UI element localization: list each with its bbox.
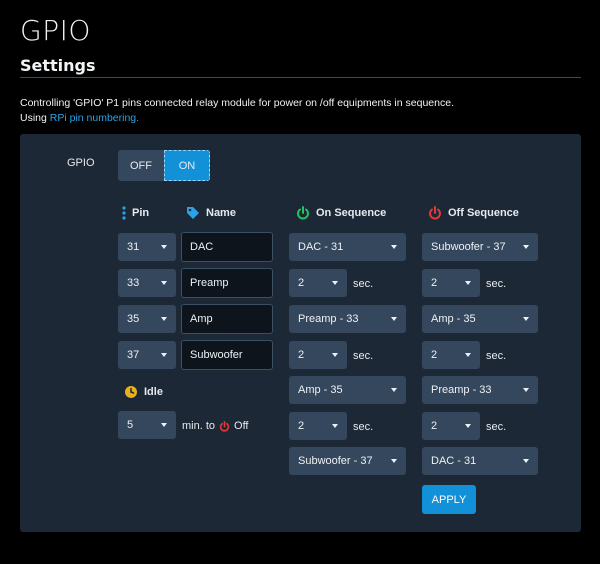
idle-suffix-text: min. to [182, 420, 216, 432]
power-icon [219, 420, 230, 432]
pin-select[interactable]: 31 [118, 233, 176, 261]
gpio-off-button[interactable]: OFF [118, 150, 164, 181]
sec-label: sec. [486, 278, 507, 290]
chevron-down-icon [161, 317, 167, 321]
pin-header: Pin [122, 206, 149, 220]
name-input[interactable]: Preamp [181, 268, 273, 298]
off-sequence-delay-select[interactable]: 2 [422, 412, 480, 440]
pin-select[interactable]: 35 [118, 305, 176, 333]
chevron-down-icon [523, 317, 529, 321]
apply-button[interactable]: APPLY [422, 485, 476, 514]
pin-select[interactable]: 33 [118, 269, 176, 297]
name-header: Name [186, 206, 236, 220]
off-sequence-device-select[interactable]: Amp - 35 [422, 305, 538, 333]
chevron-down-icon [332, 424, 338, 428]
delay-value: 2 [298, 349, 305, 361]
delay-value: 2 [298, 277, 305, 289]
on-sequence-delay-select[interactable]: 2 [289, 412, 347, 440]
chevron-down-icon [161, 353, 167, 357]
off-sequence-delay-select[interactable]: 2 [422, 341, 480, 369]
on-sequence-delay-select[interactable]: 2 [289, 269, 347, 297]
idle-label: Idle [144, 386, 163, 398]
gpio-on-button[interactable]: ON [164, 150, 210, 181]
ellipsis-vertical-icon [122, 206, 126, 220]
pin-header-label: Pin [132, 207, 150, 219]
delay-value: 2 [431, 277, 438, 289]
name-header-label: Name [206, 207, 236, 219]
chevron-down-icon [465, 424, 471, 428]
off-sequence-device-select[interactable]: DAC - 31 [422, 447, 538, 475]
chevron-down-icon [465, 281, 471, 285]
section-divider [20, 77, 581, 78]
idle-suffix: min. to Off [182, 420, 249, 432]
idle-value: 5 [127, 419, 134, 431]
chevron-down-icon [332, 281, 338, 285]
on-sequence-device-select[interactable]: DAC - 31 [289, 233, 406, 261]
on-sequence-delay-select[interactable]: 2 [289, 341, 347, 369]
pin-value: 31 [127, 241, 140, 253]
page-title: GPIO [20, 14, 91, 47]
pin-select[interactable]: 37 [118, 341, 176, 369]
section-title: Settings [20, 56, 96, 75]
description-line: Using RPi pin numbering. [20, 111, 580, 126]
device-value: Preamp - 33 [298, 313, 359, 325]
tag-icon [186, 206, 200, 220]
chevron-down-icon [332, 353, 338, 357]
name-input[interactable]: DAC [181, 232, 273, 262]
power-icon [296, 206, 310, 220]
chevron-down-icon [391, 317, 397, 321]
device-value: Amp - 35 [298, 384, 343, 396]
sec-label: sec. [486, 350, 507, 362]
device-value: DAC - 31 [298, 241, 344, 253]
off-sequence-device-select[interactable]: Subwoofer - 37 [422, 233, 538, 261]
chevron-down-icon [161, 245, 167, 249]
sec-label: sec. [353, 350, 374, 362]
on-sequence-device-select[interactable]: Preamp - 33 [289, 305, 406, 333]
name-input[interactable]: Amp [181, 304, 273, 334]
off-sequence-label: Off Sequence [448, 207, 519, 219]
delay-value: 2 [298, 420, 305, 432]
name-input[interactable]: Subwoofer [181, 340, 273, 370]
on-sequence-label: On Sequence [316, 207, 387, 219]
idle-select[interactable]: 5 [118, 411, 176, 439]
on-sequence-device-select[interactable]: Subwoofer - 37 [289, 447, 406, 475]
idle-header: Idle [124, 385, 163, 399]
device-value: Subwoofer - 37 [431, 241, 506, 253]
description-line: Controlling 'GPIO' P1 pins connected rel… [20, 97, 454, 109]
sec-label: sec. [353, 278, 374, 290]
chevron-down-icon [391, 245, 397, 249]
pin-value: 37 [127, 349, 140, 361]
power-icon [428, 206, 442, 220]
device-value: Amp - 35 [431, 313, 476, 325]
rpi-pin-numbering-link[interactable]: RPi pin numbering. [50, 112, 139, 124]
delay-value: 2 [431, 349, 438, 361]
gpio-label: GPIO [67, 157, 95, 169]
device-value: Subwoofer - 37 [298, 455, 373, 467]
chevron-down-icon [161, 423, 167, 427]
sec-label: sec. [486, 421, 507, 433]
on-sequence-device-select[interactable]: Amp - 35 [289, 376, 406, 404]
chevron-down-icon [161, 281, 167, 285]
chevron-down-icon [391, 388, 397, 392]
gpio-toggle[interactable]: OFF ON [118, 150, 210, 181]
chevron-down-icon [523, 245, 529, 249]
off-sequence-delay-select[interactable]: 2 [422, 269, 480, 297]
chevron-down-icon [523, 459, 529, 463]
pin-value: 35 [127, 313, 140, 325]
off-sequence-device-select[interactable]: Preamp - 33 [422, 376, 538, 404]
pin-value: 33 [127, 277, 140, 289]
sec-label: sec. [353, 421, 374, 433]
device-value: DAC - 31 [431, 455, 477, 467]
delay-value: 2 [431, 420, 438, 432]
clock-icon [124, 385, 138, 399]
chevron-down-icon [391, 459, 397, 463]
description: Controlling 'GPIO' P1 pins connected rel… [20, 96, 580, 126]
off-sequence-header: Off Sequence [428, 206, 519, 220]
description-prefix: Using [20, 112, 50, 124]
idle-suffix-off: Off [234, 420, 249, 432]
device-value: Preamp - 33 [431, 384, 492, 396]
chevron-down-icon [523, 388, 529, 392]
chevron-down-icon [465, 353, 471, 357]
on-sequence-header: On Sequence [296, 206, 386, 220]
